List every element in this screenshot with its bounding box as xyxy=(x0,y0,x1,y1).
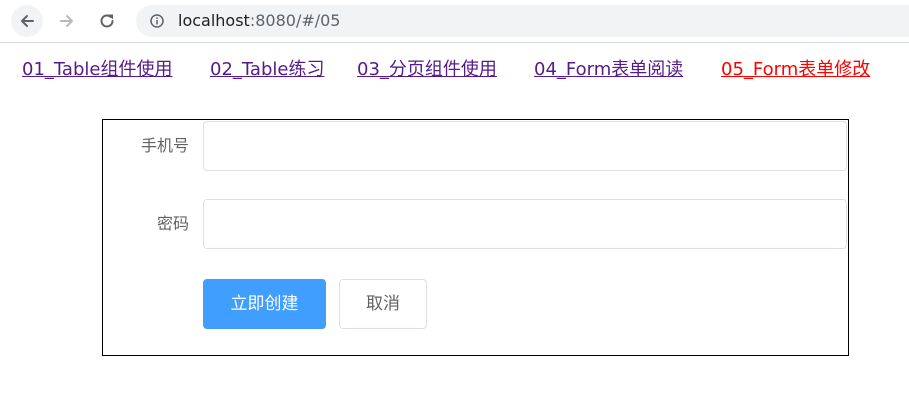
nav-link-02[interactable]: 02_Table练习 xyxy=(210,58,324,82)
phone-input[interactable] xyxy=(203,121,847,171)
url-text[interactable]: localhost:8080/#/05 xyxy=(178,11,340,31)
password-label: 密码 xyxy=(156,214,189,233)
nav-link-05[interactable]: 05_Form表单修改 xyxy=(721,58,870,82)
nav-link-04[interactable]: 04_Form表单阅读 xyxy=(534,58,683,82)
arrow-left-icon xyxy=(21,15,34,27)
url-path: :8080/#/05 xyxy=(249,11,341,30)
create-button[interactable]: 立即创建 xyxy=(203,279,326,329)
cancel-button[interactable]: 取消 xyxy=(339,279,427,329)
reload-button[interactable] xyxy=(91,5,123,37)
back-button[interactable] xyxy=(11,5,43,37)
browser-toolbar: localhost:8080/#/05 xyxy=(0,0,909,43)
address-bar[interactable]: localhost:8080/#/05 xyxy=(136,5,909,37)
arrow-right-icon xyxy=(60,15,73,27)
info-icon[interactable] xyxy=(150,14,164,28)
password-input[interactable] xyxy=(203,199,847,249)
reload-icon xyxy=(100,14,114,28)
nav-link-01[interactable]: 01_Table组件使用 xyxy=(22,58,172,82)
phone-label: 手机号 xyxy=(140,136,189,155)
nav-link-03[interactable]: 03_分页组件使用 xyxy=(357,58,497,82)
url-host: localhost xyxy=(178,11,250,30)
register-form: 手机号 密码 立即创建 取消 xyxy=(102,119,849,356)
forward-button[interactable] xyxy=(51,5,83,37)
